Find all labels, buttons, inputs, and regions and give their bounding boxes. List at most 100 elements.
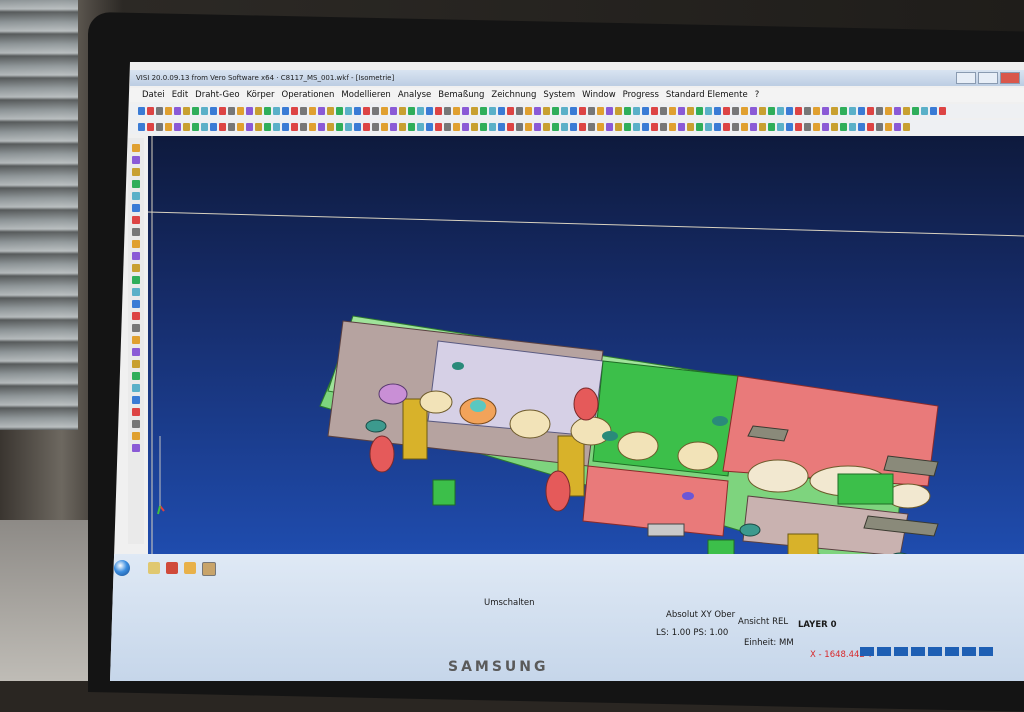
- toolbar-button-icon[interactable]: [624, 107, 631, 115]
- toolbar-button-icon[interactable]: [588, 107, 595, 115]
- toolbar-button-icon[interactable]: [273, 107, 280, 115]
- toolbar-button-icon[interactable]: [453, 123, 460, 131]
- toolbar-button-icon[interactable]: [849, 107, 856, 115]
- taskbar-folder-icon[interactable]: [148, 562, 160, 574]
- toolbar-button-icon[interactable]: [138, 107, 145, 115]
- toolbar-button-icon[interactable]: [579, 107, 586, 115]
- toolbar-button-icon[interactable]: [390, 123, 397, 131]
- toolbar-button-icon[interactable]: [147, 107, 154, 115]
- toolbar-button-icon[interactable]: [831, 123, 838, 131]
- toolbar-button-icon[interactable]: [237, 107, 244, 115]
- taskbar-app-icon[interactable]: [184, 562, 196, 574]
- toolbar-button-icon[interactable]: [885, 123, 892, 131]
- toolbar-button-icon[interactable]: [786, 107, 793, 115]
- toolbar-button-icon[interactable]: [768, 123, 775, 131]
- toolbar-button-icon[interactable]: [255, 107, 262, 115]
- toolbar-button-icon[interactable]: [903, 107, 910, 115]
- toolbar-button-icon[interactable]: [210, 123, 217, 131]
- toolbar-button-icon[interactable]: [132, 360, 140, 368]
- toolbar-button-icon[interactable]: [642, 107, 649, 115]
- toolbar-button-icon[interactable]: [390, 107, 397, 115]
- toolbar-button-icon[interactable]: [858, 123, 865, 131]
- toolbar-button-icon[interactable]: [894, 107, 901, 115]
- toolbar-button-icon[interactable]: [741, 107, 748, 115]
- toolbar-button-icon[interactable]: [132, 432, 140, 440]
- toolbar-button-icon[interactable]: [282, 123, 289, 131]
- toolbar-button-icon[interactable]: [363, 123, 370, 131]
- toolbar-button-icon[interactable]: [516, 107, 523, 115]
- toolbar-button-icon[interactable]: [435, 123, 442, 131]
- toolbar-button-icon[interactable]: [408, 123, 415, 131]
- menu-system[interactable]: System: [543, 90, 575, 100]
- toolbar-button-icon[interactable]: [867, 107, 874, 115]
- toolbar-button-icon[interactable]: [768, 107, 775, 115]
- toolbar-button-icon[interactable]: [132, 420, 140, 428]
- toolbar-button-icon[interactable]: [132, 408, 140, 416]
- toolbar-button-icon[interactable]: [300, 123, 307, 131]
- toolbar-button-icon[interactable]: [777, 107, 784, 115]
- status-ansicht[interactable]: Ansicht REL: [738, 617, 788, 627]
- toolbar-button-icon[interactable]: [291, 107, 298, 115]
- toolbar-button-icon[interactable]: [687, 107, 694, 115]
- toolbar-button-icon[interactable]: [597, 123, 604, 131]
- status-layer[interactable]: LAYER 0: [798, 620, 837, 630]
- toolbar-button-icon[interactable]: [633, 123, 640, 131]
- toolbar-button-icon[interactable]: [327, 107, 334, 115]
- toolbar-button-icon[interactable]: [687, 123, 694, 131]
- toolbar-button-icon[interactable]: [132, 168, 140, 176]
- toolbar-button-icon[interactable]: [723, 123, 730, 131]
- toolbar-button-icon[interactable]: [372, 107, 379, 115]
- toolbar-button-icon[interactable]: [651, 123, 658, 131]
- toolbar-button-icon[interactable]: [660, 123, 667, 131]
- menu-progress[interactable]: Progress: [623, 90, 659, 100]
- toolbar-button-icon[interactable]: [132, 228, 140, 236]
- toolbar-button-icon[interactable]: [138, 123, 145, 131]
- toolbar-button-icon[interactable]: [498, 107, 505, 115]
- toolbar-button-icon[interactable]: [132, 336, 140, 344]
- toolbar-button-icon[interactable]: [345, 123, 352, 131]
- menu-standard-elemente[interactable]: Standard Elemente: [666, 90, 748, 100]
- toolbar-button-icon[interactable]: [372, 123, 379, 131]
- toolbar-button-icon[interactable]: [132, 384, 140, 392]
- menu-zeichnung[interactable]: Zeichnung: [491, 90, 536, 100]
- toolbar-button-icon[interactable]: [132, 324, 140, 332]
- toolbar-button-icon[interactable]: [381, 123, 388, 131]
- toolbar-button-icon[interactable]: [132, 276, 140, 284]
- toolbar-button-icon[interactable]: [264, 107, 271, 115]
- menu-modellieren[interactable]: Modellieren: [341, 90, 390, 100]
- toolbar-button-icon[interactable]: [426, 123, 433, 131]
- menu-operationen[interactable]: Operationen: [282, 90, 335, 100]
- toolbar-button-icon[interactable]: [570, 123, 577, 131]
- menu-window[interactable]: Window: [582, 90, 616, 100]
- toolbar-button-icon[interactable]: [417, 107, 424, 115]
- toolbar-button-icon[interactable]: [939, 107, 946, 115]
- toolbar-button-icon[interactable]: [132, 264, 140, 272]
- toolbar-button-icon[interactable]: [543, 107, 550, 115]
- taskbar-app-icon[interactable]: [166, 562, 178, 574]
- toolbar-button-icon[interactable]: [660, 107, 667, 115]
- toolbar-button-icon[interactable]: [132, 300, 140, 308]
- toolbar-button-icon[interactable]: [516, 123, 523, 131]
- toolbar-button-icon[interactable]: [489, 107, 496, 115]
- toolbar-button-icon[interactable]: [309, 123, 316, 131]
- toolbar-button-icon[interactable]: [561, 107, 568, 115]
- toolbar-button-icon[interactable]: [732, 107, 739, 115]
- toolbar-button-icon[interactable]: [534, 107, 541, 115]
- toolbar-button-icon[interactable]: [219, 123, 226, 131]
- toolbar-button-icon[interactable]: [132, 180, 140, 188]
- toolbar-button-icon[interactable]: [813, 123, 820, 131]
- status-absolut-xy[interactable]: Absolut XY Ober: [666, 610, 735, 620]
- toolbar-button-icon[interactable]: [534, 123, 541, 131]
- toolbar-button-icon[interactable]: [822, 123, 829, 131]
- toolbar-button-icon[interactable]: [867, 123, 874, 131]
- toolbar-button-icon[interactable]: [615, 107, 622, 115]
- toolbar-button-icon[interactable]: [471, 107, 478, 115]
- toolbar-button-icon[interactable]: [132, 144, 140, 152]
- maximize-button[interactable]: [978, 72, 998, 84]
- toolbar-button-icon[interactable]: [381, 107, 388, 115]
- toolbar-button-icon[interactable]: [174, 107, 181, 115]
- toolbar-button-icon[interactable]: [426, 107, 433, 115]
- toolbar-button-icon[interactable]: [552, 123, 559, 131]
- toolbar-button-icon[interactable]: [435, 107, 442, 115]
- toolbar-button-icon[interactable]: [480, 107, 487, 115]
